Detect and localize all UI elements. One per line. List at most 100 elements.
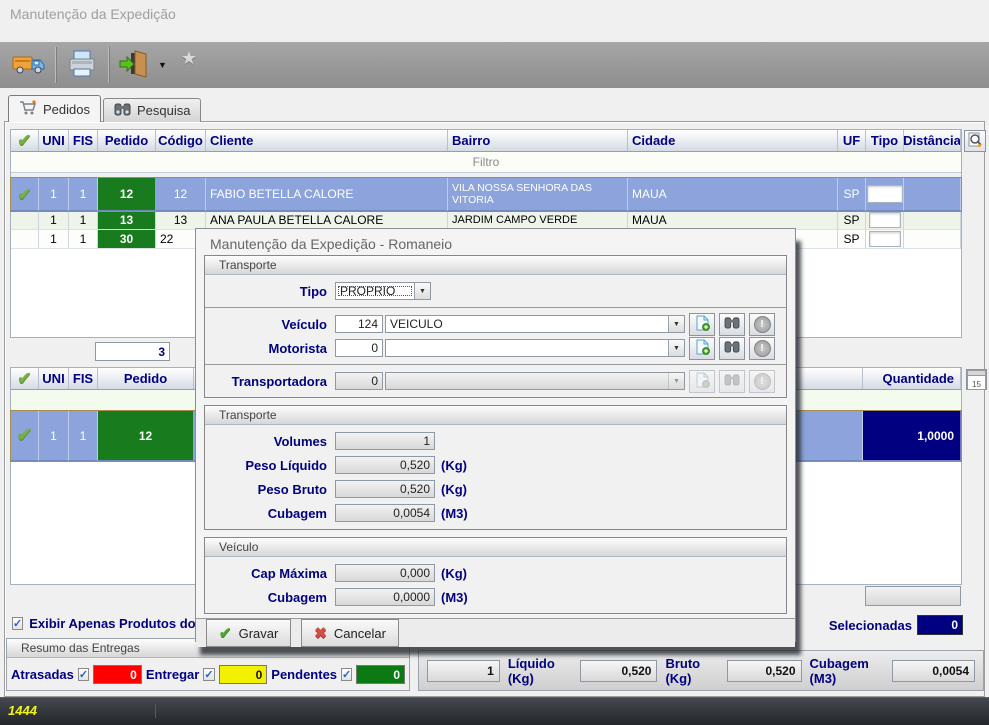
exibir-produtos-checkbox[interactable]: ✓ bbox=[12, 617, 23, 630]
motorista-info-button[interactable]: ! bbox=[749, 337, 775, 360]
transport-group-caption: Transporte bbox=[205, 256, 786, 275]
cap-maxima-unit: (Kg) bbox=[441, 566, 467, 581]
orders-grid-filter-row[interactable]: Filtro bbox=[11, 152, 961, 173]
cubagem-total-label: Cubagem (M3) bbox=[810, 656, 885, 686]
column-header-fis[interactable]: FIS bbox=[69, 130, 98, 151]
peso-bruto-unit: (Kg) bbox=[441, 482, 467, 497]
vehicle-driver-section: Veículo 124 VEICULO ▼ bbox=[205, 307, 786, 364]
column-header-uni[interactable]: UNI bbox=[39, 130, 69, 151]
print-button[interactable] bbox=[61, 44, 103, 86]
veiculo-code-field[interactable]: 124 bbox=[335, 315, 383, 333]
peso-liquido-unit: (Kg) bbox=[441, 458, 467, 473]
chevron-down-icon[interactable]: ▼ bbox=[668, 340, 684, 356]
veiculo-search-button[interactable] bbox=[719, 313, 745, 336]
column-header-codigo[interactable]: Código bbox=[156, 130, 206, 151]
column-header-bairro[interactable]: Bairro bbox=[448, 130, 628, 151]
tipo-checkbox[interactable] bbox=[869, 231, 901, 247]
entregar-label: Entregar bbox=[146, 667, 199, 682]
info-icon: ! bbox=[754, 316, 771, 333]
atrasadas-checkbox[interactable]: ✓ bbox=[78, 668, 89, 681]
close-icon: ✖ bbox=[314, 624, 327, 642]
motorista-name-combobox[interactable]: ▼ bbox=[385, 339, 685, 357]
info-icon: ! bbox=[754, 373, 771, 390]
gravar-button[interactable]: ✔ Gravar bbox=[206, 619, 291, 647]
info-icon: ! bbox=[754, 340, 771, 357]
tipo-checkbox[interactable] bbox=[869, 212, 901, 228]
pedido-cell: 12 bbox=[98, 411, 194, 461]
veiculo-name-combobox[interactable]: VEICULO ▼ bbox=[385, 315, 685, 333]
check-icon: ✔ bbox=[17, 132, 31, 149]
chevron-down-icon[interactable]: ▼ bbox=[668, 316, 684, 332]
print-preview-button[interactable] bbox=[964, 130, 986, 152]
veiculo-info-button[interactable]: ! bbox=[749, 313, 775, 336]
document-plus-icon bbox=[695, 339, 710, 358]
dialog-title: Manutenção da Expedição - Romaneio bbox=[196, 229, 795, 252]
pendentes-checkbox[interactable]: ✓ bbox=[341, 668, 352, 681]
document-plus-icon bbox=[695, 372, 710, 391]
document-plus-icon bbox=[695, 315, 710, 334]
expedition-truck-button[interactable] bbox=[8, 44, 50, 86]
selecionadas-label: Selecionadas bbox=[829, 618, 912, 633]
check-column-header[interactable]: ✔ bbox=[11, 130, 39, 151]
veiculo-label: Veículo bbox=[205, 317, 335, 332]
transportadora-info-button: ! bbox=[749, 370, 775, 393]
totals-panel: 1 Líquido (Kg) 0,520 Bruto (Kg) 0,520 Cu… bbox=[418, 650, 984, 691]
tab-pesquisa[interactable]: Pesquisa bbox=[103, 98, 201, 122]
entregar-checkbox[interactable]: ✓ bbox=[203, 668, 214, 681]
table-row[interactable]: ✔ 1 1 12 12 FABIO BETELLA CALORE VILA NO… bbox=[11, 178, 961, 211]
vehicle-group: Veículo Cap Máxima 0,000 (Kg) Cubagem 0,… bbox=[204, 537, 787, 614]
app-window: Manutenção da Expedição bbox=[0, 0, 989, 725]
tipo-combobox[interactable]: PROPRIO ▼ bbox=[335, 282, 431, 300]
printer-icon bbox=[67, 50, 97, 81]
check-icon: ✔ bbox=[17, 370, 31, 387]
check-icon: ✔ bbox=[17, 186, 31, 203]
status-record-number: 1444 bbox=[8, 703, 37, 718]
selecionadas-row: Selecionadas 0 bbox=[770, 615, 963, 635]
exit-button[interactable] bbox=[114, 44, 156, 86]
column-header-cidade[interactable]: Cidade bbox=[628, 130, 838, 151]
tipo-checkbox[interactable] bbox=[867, 185, 903, 203]
calendar-icon: 15 bbox=[967, 370, 986, 390]
chevron-down-icon: ▼ bbox=[668, 373, 684, 389]
cubagem-total-value: 0,0054 bbox=[892, 660, 975, 682]
bruto-label: Bruto (Kg) bbox=[665, 656, 719, 686]
calendar-button[interactable]: 15 bbox=[966, 369, 987, 390]
column-header-uni[interactable]: UNI bbox=[39, 368, 69, 389]
tipo-label: Tipo bbox=[205, 284, 335, 299]
chevron-down-icon[interactable]: ▼ bbox=[414, 283, 430, 299]
total-count-field: 1 bbox=[427, 660, 500, 682]
column-header-pedido[interactable]: Pedido bbox=[98, 368, 194, 389]
toolbar-separator bbox=[108, 47, 109, 83]
column-header-fis[interactable]: FIS bbox=[69, 368, 98, 389]
cubagem-veiculo-field: 0,0000 bbox=[335, 588, 435, 606]
column-header-uf[interactable]: UF bbox=[838, 130, 866, 151]
truck-icon bbox=[12, 51, 46, 80]
motorista-code-field[interactable]: 0 bbox=[335, 339, 383, 357]
check-icon: ✔ bbox=[219, 624, 232, 642]
bruto-value: 0,520 bbox=[727, 660, 802, 682]
peso-bruto-field: 0,520 bbox=[335, 480, 435, 498]
cart-icon bbox=[19, 100, 37, 118]
column-header-pedido[interactable]: Pedido bbox=[98, 130, 156, 151]
cancelar-button[interactable]: ✖ Cancelar bbox=[301, 619, 399, 647]
check-column-header[interactable]: ✔ bbox=[11, 368, 39, 389]
peso-liquido-label: Peso Líquido bbox=[205, 458, 335, 473]
exit-dropdown-caret[interactable]: ▼ bbox=[158, 60, 167, 70]
tab-pedidos[interactable]: Pedidos bbox=[8, 95, 101, 122]
cap-maxima-field: 0,000 bbox=[335, 564, 435, 582]
motorista-new-button[interactable] bbox=[689, 337, 715, 360]
motorista-search-button[interactable] bbox=[719, 337, 745, 360]
romaneio-dialog: Manutenção da Expedição - Romaneio Trans… bbox=[195, 228, 796, 642]
cubagem-field: 0,0054 bbox=[335, 504, 435, 522]
cubagem-veiculo-unit: (M3) bbox=[441, 590, 468, 605]
veiculo-new-button[interactable] bbox=[689, 313, 715, 336]
column-header-blank[interactable] bbox=[795, 368, 863, 389]
column-header-distancia[interactable]: Distância bbox=[904, 130, 961, 151]
volumes-field: 1 bbox=[335, 432, 435, 450]
column-header-quantidade[interactable]: Quantidade bbox=[863, 368, 961, 389]
peso-liquido-field: 0,520 bbox=[335, 456, 435, 474]
cubagem-unit: (M3) bbox=[441, 506, 468, 521]
transport-group: Transporte Tipo PROPRIO ▼ Veículo 124 bbox=[204, 255, 787, 398]
column-header-tipo[interactable]: Tipo bbox=[866, 130, 904, 151]
column-header-cliente[interactable]: Cliente bbox=[206, 130, 448, 151]
